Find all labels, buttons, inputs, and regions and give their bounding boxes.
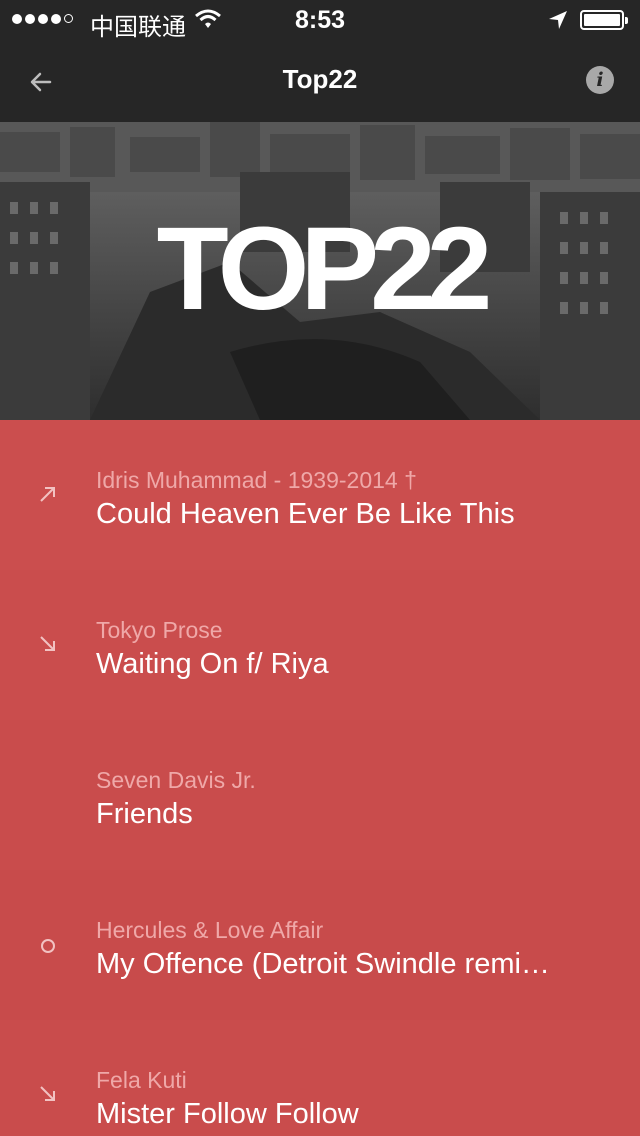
battery-icon [580, 10, 628, 30]
track-artist: Tokyo Prose [96, 617, 223, 643]
trend-down-icon [40, 636, 55, 651]
status-time: 8:53 [294, 6, 346, 34]
track-row[interactable]: Seven Davis Jr. Friends [0, 720, 640, 870]
hero-banner: TOP22 [0, 122, 640, 420]
track-artist: Seven Davis Jr. [96, 767, 256, 793]
track-row[interactable]: Fela Kuti Mister Follow Follow [0, 1020, 640, 1136]
nav-bar: Top22 i [0, 40, 640, 122]
track-list: Idris Muhammad - 1939-2014 † Could Heave… [0, 420, 640, 1136]
track-title: Friends [96, 798, 193, 830]
track-title: Mister Follow Follow [96, 1098, 359, 1130]
track-title: Could Heaven Ever Be Like This [96, 498, 515, 530]
track-row[interactable]: Tokyo Prose Waiting On f/ Riya [0, 570, 640, 720]
info-icon[interactable]: i [586, 66, 614, 94]
page-title: Top22 [282, 64, 358, 94]
track-title: Waiting On f/ Riya [96, 648, 329, 680]
track-row[interactable]: Hercules & Love Affair My Offence (Detro… [0, 870, 640, 1020]
track-artist: Hercules & Love Affair [96, 917, 324, 943]
track-artist: Fela Kuti [96, 1067, 187, 1093]
new-entry-circle-icon [41, 939, 55, 953]
trend-down-icon [40, 1086, 55, 1101]
hero-logo: TOP22 [156, 203, 493, 335]
screen: 中国联通 8:53 Top22 i TOP22 Idris Muhammad -… [0, 0, 640, 1136]
status-bar: 中国联通 8:53 [0, 0, 640, 41]
location-arrow-icon [549, 11, 567, 29]
track-artist: Idris Muhammad - 1939-2014 † [96, 467, 417, 493]
track-row[interactable]: Idris Muhammad - 1939-2014 † Could Heave… [0, 420, 640, 570]
trend-up-icon [40, 487, 55, 502]
track-title: My Offence (Detroit Swindle remi… [96, 948, 550, 980]
